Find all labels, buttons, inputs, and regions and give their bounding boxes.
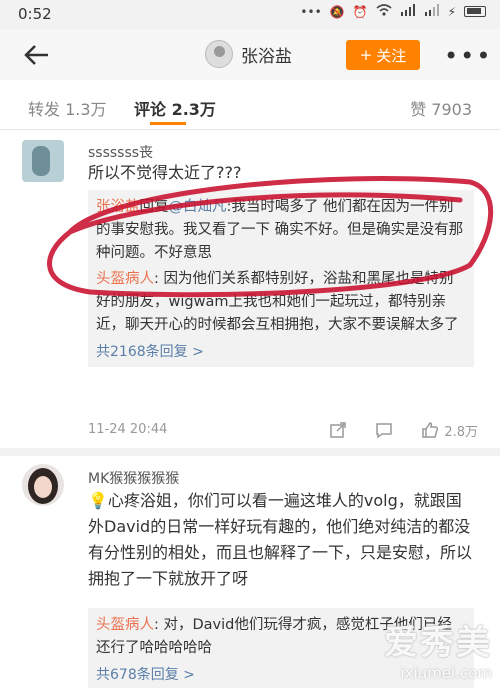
comment-meta: 11-24 20:44 2.8万 [88, 420, 478, 444]
like-count: 2.8万 [444, 424, 478, 440]
signal-icon-2 [424, 4, 440, 19]
follow-label: 关注 [376, 46, 407, 65]
battery-icon [464, 6, 486, 17]
status-time: 0:52 [18, 5, 52, 23]
watermark: 爱秀美 ixiumei.com [384, 615, 492, 682]
signal-icon [400, 4, 416, 19]
user-avatar[interactable] [205, 40, 233, 68]
plus-icon: + [359, 46, 373, 64]
commenter-avatar[interactable] [22, 464, 64, 506]
alarm-icon: ⏰ [352, 4, 368, 19]
more-replies-link[interactable]: 共2168条回复 > [96, 341, 466, 361]
reply-item[interactable]: 头盔病人: 因为他们关系都特别好，浴盐和黑尾也是特别好的朋友，wigwam上我也… [96, 268, 466, 337]
status-bar: 0:52 ••• 🔕 ⏰ ⚡ [0, 0, 500, 30]
tab-bar: 转发 1.3万 评论 2.3万 赞 7903 [0, 88, 500, 128]
status-icons: ••• 🔕 ⏰ ⚡ [300, 4, 486, 19]
reply-verb: 回复 [139, 199, 169, 215]
reply-item[interactable]: 张浴盐回复@白灿凡:我当时喝多了 他们都在因为一件别的事安慰我。我又看了一下 确… [96, 196, 466, 265]
reply-author[interactable]: 头盔病人 [96, 271, 154, 287]
reply-mention[interactable]: @白灿凡 [169, 199, 227, 215]
comment-text: 💡心疼浴姐，你们可以看一遍这堆人的volg，就跟国外David的日常一样好玩有趣… [88, 488, 473, 592]
tab-repost[interactable]: 转发 1.3万 [28, 96, 107, 120]
comment-actions: 2.8万 [328, 420, 478, 440]
like-button[interactable]: 2.8万 [420, 420, 478, 440]
watermark-url: ixiumei.com [400, 664, 492, 682]
reply-icon[interactable] [374, 420, 394, 440]
comment-text: 所以不觉得太近了??? [88, 163, 242, 182]
commenter-avatar[interactable] [22, 140, 64, 182]
nav-user[interactable]: 张浴盐 [205, 40, 292, 68]
comment-item: sssssss丧 所以不觉得太近了??? 张浴盐回复@白灿凡:我当时喝多了 他们… [0, 130, 500, 450]
nav-bar: 张浴盐 + 关注 ••• [0, 30, 500, 80]
follow-button[interactable]: + 关注 [346, 40, 420, 70]
more-icon[interactable]: ••• [444, 42, 492, 70]
tab-like[interactable]: 赞 7903 [410, 96, 472, 120]
share-icon[interactable] [328, 420, 348, 440]
watermark-logo: 爱秀美 [384, 623, 492, 663]
more-dots-icon: ••• [300, 4, 322, 19]
thumbs-up-icon [422, 422, 439, 438]
mute-icon: 🔕 [329, 4, 345, 19]
charging-icon: ⚡ [447, 4, 456, 19]
comment-text-body: 心疼浴姐，你们可以看一遍这堆人的volg，就跟国外David的日常一样好玩有趣的… [88, 491, 473, 588]
reply-author[interactable]: 张浴盐 [96, 199, 140, 215]
reply-box: 张浴盐回复@白灿凡:我当时喝多了 他们都在因为一件别的事安慰我。我又看了一下 确… [88, 190, 474, 367]
comment-time: 11-24 20:44 [88, 422, 168, 437]
tab-comment[interactable]: 评论 2.3万 [134, 96, 216, 120]
commenter-name[interactable]: MK猴猴猴猴猴 [88, 468, 179, 488]
active-tab-indicator [150, 122, 186, 125]
reply-author[interactable]: 头盔病人 [96, 617, 154, 633]
wifi-icon [376, 4, 392, 19]
back-arrow-icon[interactable] [20, 38, 54, 72]
section-separator [0, 448, 500, 456]
commenter-name[interactable]: sssssss丧 [88, 142, 153, 162]
lightbulb-icon: 💡 [88, 491, 108, 510]
nav-title: 张浴盐 [241, 46, 292, 67]
